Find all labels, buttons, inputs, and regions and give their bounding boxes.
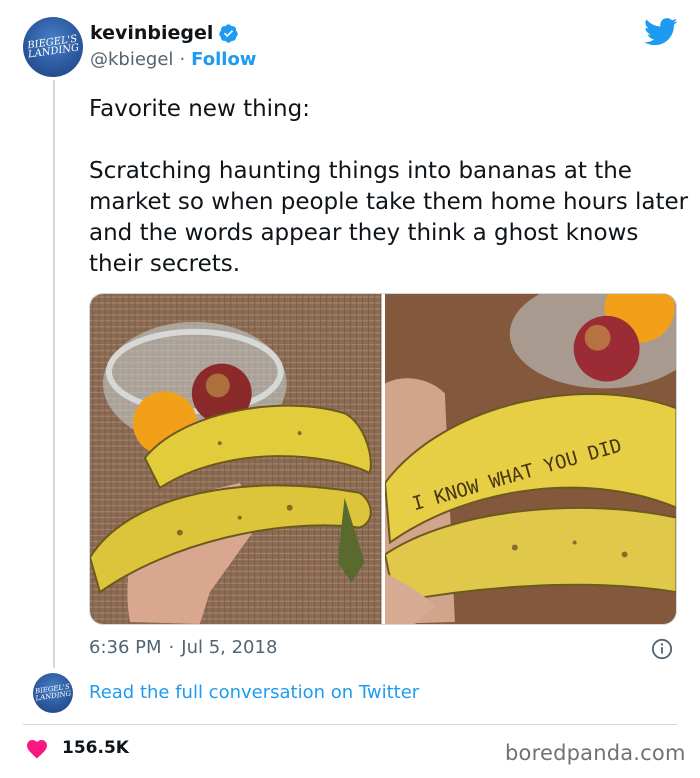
verified-badge-icon xyxy=(219,23,239,43)
like-count: 156.5K xyxy=(62,738,129,758)
footer-divider xyxy=(23,724,677,725)
author-display-name[interactable]: kevinbiegel xyxy=(90,22,213,44)
twitter-bird-icon[interactable] xyxy=(644,18,678,46)
tweet-text-line-1: Favorite new thing: xyxy=(89,96,310,122)
reply-avatar-logo-text: BIEGEL'S LANDING xyxy=(34,682,72,703)
timestamp-separator: · xyxy=(168,637,175,658)
handle-separator: · xyxy=(179,49,186,70)
author-handle[interactable]: @kbiegel xyxy=(90,49,173,70)
tweet-date: Jul 5, 2018 xyxy=(181,637,278,658)
banana-photo-right[interactable]: I KNOW WHAT YOU DID xyxy=(384,294,676,624)
banana-photo-left[interactable] xyxy=(90,294,382,624)
info-icon[interactable] xyxy=(651,638,673,660)
tweet-timestamp[interactable]: 6:36 PM · Jul 5, 2018 xyxy=(89,637,277,658)
like-button[interactable]: 156.5K xyxy=(25,737,129,759)
tweet-text-body: Scratching haunting things into bananas … xyxy=(89,158,689,277)
author-avatar[interactable]: BIEGEL'S LANDING xyxy=(23,17,83,77)
scratched-banana-illustration: I KNOW WHAT YOU DID xyxy=(384,294,676,624)
read-conversation-link[interactable]: Read the full conversation on Twitter xyxy=(89,682,419,703)
follow-button[interactable]: Follow xyxy=(191,49,256,70)
tweet-time: 6:36 PM xyxy=(89,637,162,658)
author-info: kevinbiegel @kbiegel · Follow xyxy=(90,22,256,70)
avatar-logo-text: BIEGEL'S LANDING xyxy=(26,33,80,61)
reply-avatar[interactable]: BIEGEL'S LANDING xyxy=(33,673,73,713)
thread-line xyxy=(53,80,55,668)
banana-bowl-illustration xyxy=(90,294,382,624)
tweet-text: Favorite new thing: Scratching haunting … xyxy=(89,94,689,280)
source-watermark: boredpanda.com xyxy=(505,741,686,765)
heart-icon xyxy=(27,740,47,759)
tweet-media[interactable]: I KNOW WHAT YOU DID xyxy=(89,293,677,625)
